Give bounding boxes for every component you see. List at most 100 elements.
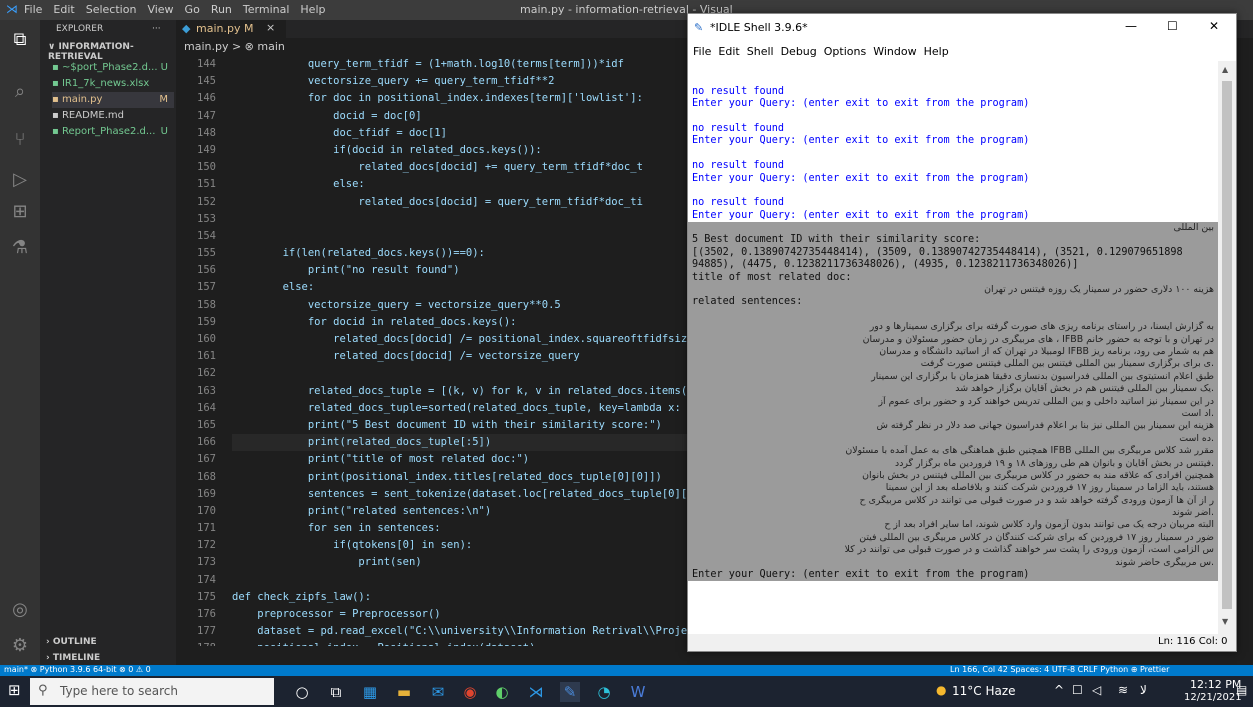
idle-menu-help[interactable]: Help	[924, 45, 949, 58]
idle-menu-file[interactable]: File	[693, 45, 711, 58]
code-editor[interactable]: query_term_tfidf = (1+math.log10(terms[t…	[232, 56, 692, 646]
file-explorer-icon[interactable]: ▬	[394, 682, 414, 702]
clock-date[interactable]: 12/21/2021	[1184, 692, 1242, 703]
scroll-up-icon[interactable]: ▲	[1222, 65, 1232, 75]
shell-line: بین المللی	[688, 222, 1218, 235]
close-button[interactable]: ✕	[1209, 19, 1219, 33]
vscode-menu-file[interactable]: File	[24, 3, 42, 16]
volume-icon[interactable]: ◁	[1092, 683, 1101, 697]
line-number: 166	[197, 436, 216, 449]
wifi-icon[interactable]: ≋	[1118, 683, 1128, 697]
search-icon[interactable]: ⌕	[8, 80, 32, 104]
code-line: for docid in related_docs.keys():	[232, 315, 517, 328]
outline-section[interactable]: › OUTLINE	[46, 637, 97, 647]
file-item[interactable]: ▪ Report_Phase2.d... U	[52, 124, 174, 140]
cortana-icon[interactable]: ○	[292, 682, 312, 702]
line-number: 144	[197, 58, 216, 70]
line-number: 170	[197, 504, 216, 517]
file-icon: ▪	[52, 126, 62, 137]
idle-shell-window: ✎ *IDLE Shell 3.9.6* — ☐ ✕ File Edit Shell…	[687, 13, 1237, 652]
scrollbar-thumb[interactable]	[1222, 81, 1232, 609]
line-number: 174	[197, 573, 216, 586]
clock-time[interactable]: 12:12 PM	[1190, 678, 1241, 691]
code-line: vectorsize_query = vectorsize_query**0.5	[232, 298, 561, 311]
explorer-icon[interactable]: ⧉	[8, 28, 32, 52]
code-line: related_docs[docid] /= vectorsize_query	[232, 350, 580, 363]
vscode-menu-terminal[interactable]: Terminal	[243, 3, 290, 16]
idle-menu-options[interactable]: Options	[824, 45, 866, 58]
extensions-icon[interactable]: ⊞	[8, 200, 32, 224]
taskbar-search-box[interactable]: ⚲ Type here to search	[30, 678, 274, 705]
project-folder[interactable]: ∨ INFORMATION-RETRIEVAL	[48, 42, 176, 62]
testing-icon[interactable]: ⚗	[8, 236, 32, 260]
network-icon[interactable]: ☐	[1072, 683, 1083, 697]
explorer-more-icon[interactable]: ···	[152, 24, 161, 34]
code-line: if(docid in related_docs.keys()):	[232, 143, 542, 156]
timeline-section[interactable]: › TIMELINE	[46, 653, 100, 663]
line-number: 158	[197, 298, 216, 311]
notification-icon[interactable]: ▤	[1236, 683, 1247, 697]
tray-chevron-icon[interactable]: ^	[1054, 683, 1064, 697]
minimize-button[interactable]: —	[1125, 19, 1137, 33]
line-number-gutter: 144 145 146 147 148 149 150 151 152 153 154 155 156 1…	[176, 56, 222, 646]
shell-scrollbar[interactable]: ▲ ▼	[1218, 61, 1236, 634]
task-view-icon[interactable]: ⧉	[326, 682, 346, 702]
shell-line: Enter your Query: (enter exit to exit fr…	[692, 172, 1030, 184]
vscode-menu-run[interactable]: Run	[211, 3, 232, 16]
vscode-menu-edit[interactable]: Edit	[53, 3, 74, 16]
idle-menu-window[interactable]: Window	[873, 45, 916, 58]
file-item[interactable]: ▪ README.md	[52, 108, 174, 124]
tab-main-py[interactable]: ◆ main.py M ×	[176, 20, 286, 38]
maximize-button[interactable]: ☐	[1167, 19, 1178, 33]
chrome-icon[interactable]: ◉	[460, 682, 480, 702]
vscode-menu-go[interactable]: Go	[185, 3, 200, 16]
code-line: related_docs_tuple = [(k, v) for k, v in…	[232, 384, 692, 397]
vscode-menu-help[interactable]: Help	[300, 3, 325, 16]
file-item[interactable]: ▪ ~$port_Phase2.d... U	[52, 60, 174, 76]
file-name: README.md	[61, 110, 124, 121]
line-number: 156	[197, 264, 216, 277]
idle-menu-shell[interactable]: Shell	[747, 45, 774, 58]
code-line: print("no result found")	[232, 264, 460, 277]
idle-menu-edit[interactable]: Edit	[718, 45, 739, 58]
account-icon[interactable]: ◎	[8, 598, 32, 622]
idle-menu-debug[interactable]: Debug	[781, 45, 817, 58]
source-control-icon[interactable]: ⑂	[8, 128, 32, 152]
shell-line: 5 Best document ID with their similarity…	[688, 234, 1218, 247]
file-icon: ▪	[52, 94, 62, 105]
vscode-menu-view[interactable]: View	[147, 3, 173, 16]
edge-icon[interactable]: ◐	[492, 682, 512, 702]
code-line: for sen in sentences:	[232, 522, 441, 535]
code-line: print(related_docs_tuple[:5])	[232, 434, 692, 452]
word-icon[interactable]: W	[628, 682, 648, 702]
weather-text[interactable]: 11°C Haze	[952, 684, 1016, 698]
run-debug-icon[interactable]: ▷	[8, 168, 32, 192]
vscode-taskbar-icon[interactable]: ⋊	[526, 682, 546, 702]
scroll-down-icon[interactable]: ▼	[1222, 617, 1232, 627]
store-icon[interactable]: ▦	[360, 682, 380, 702]
file-status-badge: U	[160, 62, 168, 73]
idle-taskbar-icon[interactable]: ✎	[560, 682, 580, 702]
line-number: 152	[197, 195, 216, 208]
file-name: Report_Phase2.d...	[61, 126, 156, 137]
vscode-status-bar: main* ⊗ Python 3.9.6 64-bit ⊗ 0 ⚠ 0 Ln 1…	[0, 665, 1253, 676]
code-line: print("title of most related doc:")	[232, 453, 530, 466]
mail-icon[interactable]: ✉	[428, 682, 448, 702]
shell-output[interactable]: no result found Enter your Query: (enter …	[688, 61, 1218, 634]
settings-gear-icon[interactable]: ⚙	[8, 634, 32, 658]
language-icon[interactable]: ﻻ	[1140, 683, 1147, 697]
status-right[interactable]: Ln 166, Col 42 Spaces: 4 UTF-8 CRLF Pyth…	[950, 665, 1169, 674]
vscode-menu-selection[interactable]: Selection	[86, 3, 137, 16]
breadcrumb-text: main.py > ⊗ main	[184, 40, 285, 53]
windows-start-icon[interactable]: ⊞	[8, 682, 24, 698]
status-left[interactable]: main* ⊗ Python 3.9.6 64-bit ⊗ 0 ⚠ 0	[4, 665, 151, 674]
file-item[interactable]: ▪ main.py M	[52, 92, 174, 108]
file-status-badge: M	[159, 94, 168, 105]
shell-line: [(3502, 0.13890742735448414), (3509, 0.1…	[688, 246, 1218, 260]
cursor-position: Ln: 116 Col: 0	[1158, 636, 1228, 647]
tab-close-icon[interactable]: ×	[266, 21, 275, 34]
browser-icon[interactable]: ◔	[594, 682, 614, 702]
file-item[interactable]: ▪ IR1_7k_news.xlsx	[52, 76, 174, 92]
